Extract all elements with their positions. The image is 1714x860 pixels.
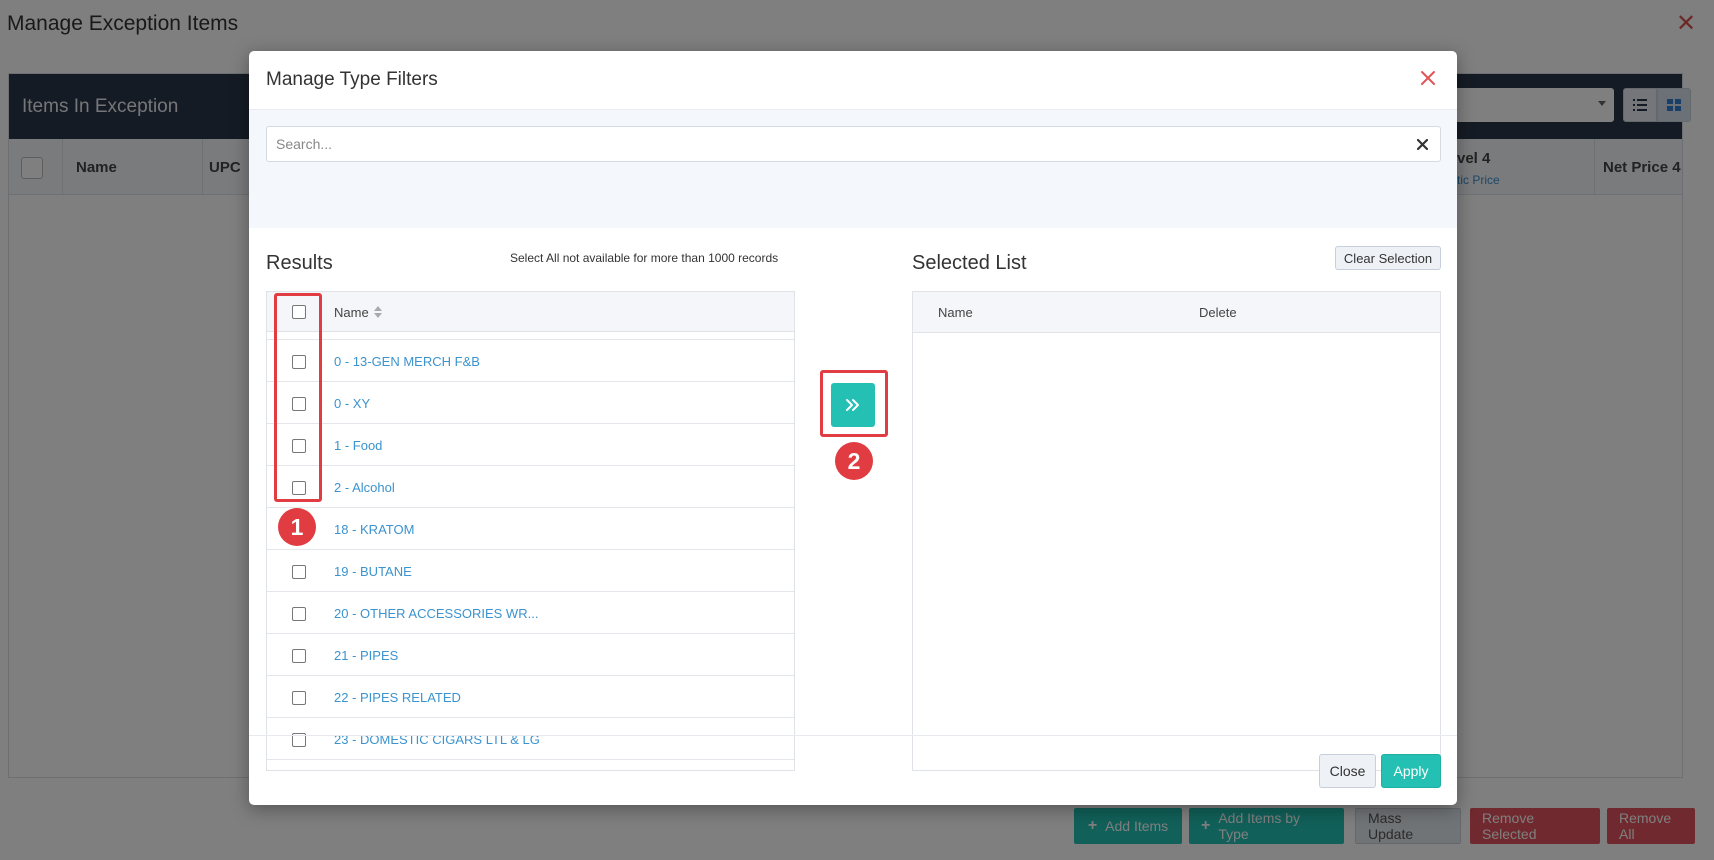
close-icon[interactable]	[1415, 65, 1441, 91]
results-rows: 0 - 13-GEN MERCH F&B 0 - XY 1 - Food 2 -…	[267, 339, 794, 770]
row-type-link[interactable]: 18 - KRATOM	[334, 522, 414, 537]
table-row: 0 - XY	[267, 381, 794, 423]
row-checkbox[interactable]	[292, 565, 306, 579]
step-2-badge: 2	[835, 442, 873, 480]
close-button[interactable]: Close	[1319, 754, 1376, 788]
selected-list-table: Name Delete	[912, 291, 1441, 771]
row-checkbox[interactable]	[292, 607, 306, 621]
selected-column-name: Name	[938, 305, 973, 320]
row-type-link[interactable]: 0 - XY	[334, 396, 370, 411]
row-type-link[interactable]: 20 - OTHER ACCESSORIES WR...	[334, 606, 538, 621]
row-checkbox[interactable]	[292, 649, 306, 663]
clear-selection-button[interactable]: Clear Selection	[1335, 246, 1441, 270]
clear-icon[interactable]	[1414, 136, 1430, 152]
row-type-link[interactable]: 0 - 13-GEN MERCH F&B	[334, 354, 480, 369]
results-column-name: Name	[334, 305, 369, 320]
table-row	[267, 759, 794, 770]
row-type-link[interactable]: 1 - Food	[334, 438, 382, 453]
search-box	[266, 126, 1441, 162]
table-row: 1 - Food	[267, 423, 794, 465]
sort-icon[interactable]	[373, 305, 383, 319]
selected-list-header: Name Delete	[913, 292, 1440, 333]
table-row: 20 - OTHER ACCESSORIES WR...	[267, 591, 794, 633]
table-row: 19 - BUTANE	[267, 549, 794, 591]
row-type-link[interactable]: 2 - Alcohol	[334, 480, 395, 495]
modal-footer-divider	[249, 735, 1457, 736]
modal-title: Manage Type Filters	[266, 69, 438, 90]
row-checkbox[interactable]	[292, 691, 306, 705]
row-type-link[interactable]: 22 - PIPES RELATED	[334, 690, 461, 705]
row-type-link[interactable]: 19 - BUTANE	[334, 564, 412, 579]
results-note: Select All not available for more than 1…	[510, 251, 779, 265]
table-row: 22 - PIPES RELATED	[267, 675, 794, 717]
table-row: 23 - DOMESTIC CIGARS LTL & LG	[267, 717, 794, 759]
search-input[interactable]	[267, 127, 1397, 161]
table-row: 0 - 13-GEN MERCH F&B	[267, 339, 794, 381]
results-table-header: Name	[267, 292, 794, 332]
results-title: Results	[266, 252, 333, 274]
table-row: 21 - PIPES	[267, 633, 794, 675]
selected-list-title: Selected List	[912, 252, 1027, 274]
highlight-move-button	[820, 370, 888, 437]
row-type-link[interactable]: 21 - PIPES	[334, 648, 398, 663]
table-row: 18 - KRATOM	[267, 507, 794, 549]
step-1-badge: 1	[278, 508, 316, 546]
results-table: Name 0 - 13-GEN MERCH F&B 0 - XY 1 - Foo…	[266, 291, 795, 771]
apply-button[interactable]: Apply	[1381, 754, 1441, 788]
selected-column-delete: Delete	[1199, 305, 1237, 320]
highlight-checkboxes	[274, 293, 322, 502]
modal-header: Manage Type Filters	[249, 51, 1457, 110]
table-row: 2 - Alcohol	[267, 465, 794, 507]
